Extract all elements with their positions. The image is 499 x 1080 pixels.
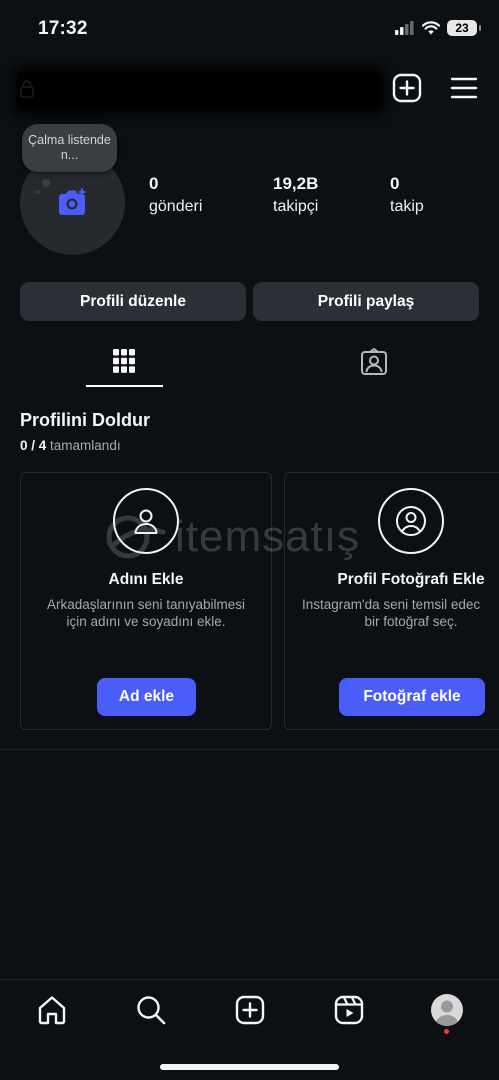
progress-suffix: tamamlandı bbox=[50, 438, 121, 453]
watermark-text: itemsatış bbox=[175, 512, 361, 561]
default-avatar-icon bbox=[435, 1000, 459, 1026]
add-name-title: Adını Ekle bbox=[108, 571, 184, 588]
tagged-icon[interactable] bbox=[360, 348, 388, 376]
lock-icon bbox=[20, 80, 34, 98]
note-bubble[interactable]: Çalma listende n... bbox=[22, 124, 117, 172]
stat-following[interactable]: 0 takip bbox=[390, 174, 424, 216]
add-photo-desc-line2: bir fotoğraf seç. bbox=[364, 614, 458, 629]
stat-followers-value: 19,2B bbox=[273, 174, 319, 193]
complete-profile-title: Profilini Doldur bbox=[20, 410, 150, 430]
username-redacted[interactable] bbox=[18, 72, 380, 110]
add-photo-title: Profil Fotoğrafı Ekle bbox=[337, 571, 485, 588]
menu-icon[interactable] bbox=[450, 76, 478, 100]
stat-posts-value: 0 bbox=[149, 174, 159, 193]
add-name-button[interactable]: Ad ekle bbox=[97, 678, 196, 716]
stat-following-label: takip bbox=[390, 198, 424, 215]
bottom-nav-divider bbox=[0, 979, 499, 980]
profile-avatar[interactable] bbox=[431, 994, 463, 1026]
notification-dot bbox=[444, 1029, 449, 1034]
home-icon[interactable] bbox=[36, 994, 68, 1026]
add-name-card: Adını Ekle Arkadaşlarının seni tanıyabil… bbox=[20, 472, 272, 730]
note-bubble-tail bbox=[36, 190, 40, 194]
add-photo-card-viewport: Profil Fotoğrafı Ekle Instagram'da seni … bbox=[284, 472, 499, 730]
add-name-desc-line2: için adını ve soyadını ekle. bbox=[66, 614, 226, 629]
share-profile-button[interactable]: Profili paylaş bbox=[253, 282, 479, 321]
cellular-signal-icon bbox=[395, 21, 414, 35]
add-photo-card: Profil Fotoğrafı Ekle Instagram'da seni … bbox=[284, 472, 499, 730]
status-icons: 23 bbox=[395, 20, 481, 36]
stat-following-value: 0 bbox=[390, 174, 400, 193]
add-photo-camera-icon[interactable] bbox=[57, 188, 87, 216]
stat-posts-label: gönderi bbox=[149, 198, 203, 215]
reels-icon[interactable] bbox=[333, 994, 365, 1026]
watermark-logo-icon bbox=[106, 515, 166, 559]
status-time: 17:32 bbox=[38, 18, 88, 39]
create-icon[interactable] bbox=[234, 994, 266, 1026]
edit-profile-button[interactable]: Profili düzenle bbox=[20, 282, 246, 321]
complete-profile-progress: 0 / 4 tamamlandı bbox=[20, 438, 121, 453]
stat-posts[interactable]: 0 gönderi bbox=[149, 174, 202, 216]
active-tab-indicator bbox=[86, 385, 163, 387]
section-divider bbox=[0, 749, 499, 750]
grid-icon[interactable] bbox=[112, 348, 136, 374]
wifi-icon bbox=[422, 21, 440, 35]
add-photo-button[interactable]: Fotoğraf ekle bbox=[339, 678, 485, 716]
person-circle-icon bbox=[378, 488, 444, 554]
add-content-icon[interactable] bbox=[392, 73, 422, 103]
stat-followers-label: takipçi bbox=[273, 198, 319, 215]
add-photo-desc-line1: Instagram'da seni temsil edec bbox=[302, 597, 481, 612]
progress-count: 0 / 4 bbox=[20, 438, 47, 453]
search-icon[interactable] bbox=[135, 994, 167, 1026]
watermark: itemsatış bbox=[105, 512, 360, 562]
add-name-desc-line1: Arkadaşlarının seni tanıyabilmesi bbox=[46, 597, 246, 612]
note-bubble-tail bbox=[42, 179, 50, 187]
battery-icon: 23 bbox=[447, 20, 481, 36]
stat-followers[interactable]: 19,2B takipçi bbox=[273, 174, 318, 216]
home-indicator[interactable] bbox=[160, 1064, 339, 1070]
